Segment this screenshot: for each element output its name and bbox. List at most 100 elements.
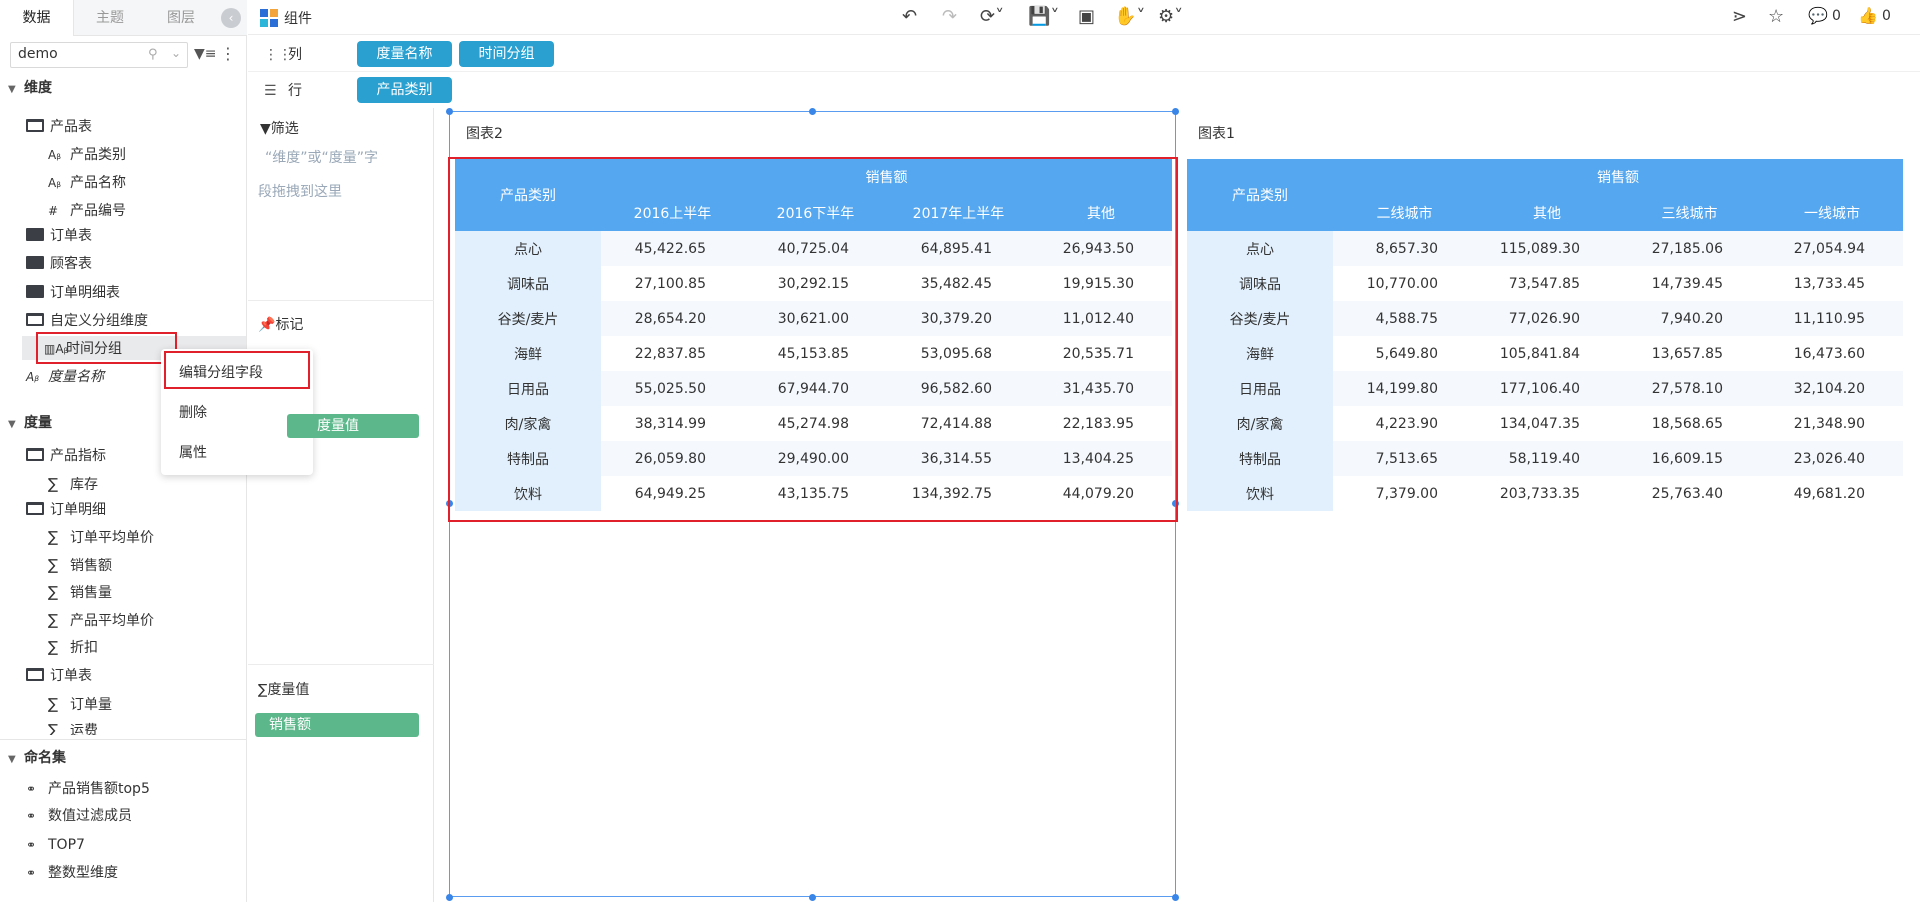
value-cell: 32,104.20 (1761, 371, 1903, 406)
marks-label: 📌标记 (258, 317, 304, 333)
value-cell: 5,649.80 (1375, 345, 1438, 362)
highlight-box (448, 157, 1178, 522)
divider (248, 664, 434, 665)
table-row: 点心 8,657.30 115,089.30 27,185.06 27,054.94 (1187, 231, 1903, 266)
value-cell: 27,578.10 (1618, 371, 1761, 406)
value-cell: 115,089.30 (1476, 231, 1618, 266)
value-cell: 16,473.60 (1793, 345, 1865, 362)
redo-icon[interactable]: ↷ (942, 6, 957, 27)
table-row: 肉/家禽 4,223.90 134,047.35 18,568.65 21,348.90 (1187, 406, 1903, 441)
category-cell: 海鲜 (1187, 336, 1333, 371)
measure-header-cell: 销售额 (1333, 159, 1903, 195)
value-cell: 177,106.40 (1476, 371, 1618, 406)
value-cell: 13,657.85 (1651, 345, 1723, 362)
value-cell: 73,547.85 (1508, 275, 1580, 292)
star-icon[interactable]: ☆ (1768, 6, 1784, 27)
comment-icon[interactable]: 💬 (1808, 6, 1828, 25)
hand-icon[interactable]: ✋˅ (1114, 6, 1145, 27)
table-row: 谷类/麦片 4,588.75 77,026.90 7,940.20 11,110.95 (1187, 301, 1903, 336)
value-cell: 21,348.90 (1793, 415, 1865, 432)
named-set-icon: ⚭ (26, 782, 37, 796)
value-cell: 7,940.20 (1618, 301, 1761, 336)
comment-count: 0 (1832, 8, 1841, 24)
value-cell: 105,841.84 (1499, 345, 1580, 362)
preview-icon[interactable]: ▣ (1078, 6, 1095, 27)
pill-measure-value[interactable]: 度量值 (287, 414, 419, 438)
value-cell: 25,763.40 (1651, 485, 1723, 502)
named-set-item[interactable]: ⚭ 产品销售额top5 (26, 777, 150, 801)
resize-handle[interactable] (809, 894, 816, 901)
named-set-label: 整数型维度 (48, 865, 118, 878)
named-set-icon: ⚭ (26, 809, 37, 823)
pill-sales[interactable]: 销售额 (255, 713, 419, 737)
table-row: 特制品 7,513.65 58,119.40 16,609.15 23,026.40 (1187, 441, 1903, 476)
named-set-item[interactable]: ⚭ TOP7 (26, 833, 85, 857)
named-set-item[interactable]: ⚭ 整数型维度 (26, 861, 118, 878)
value-cell: 4,588.75 (1333, 301, 1476, 336)
category-cell: 饮料 (1187, 476, 1333, 511)
category-cell: 调味品 (1187, 266, 1333, 301)
category-cell: 肉/家禽 (1187, 406, 1333, 441)
filter-hint-line1: “维度”或“度量”字 (265, 150, 379, 166)
pill-time-group[interactable]: 时间分组 (459, 41, 554, 67)
resize-handle[interactable] (446, 108, 453, 115)
table-row: 海鲜 5,649.80 105,841.84 13,657.85 16,473.60 (1187, 336, 1903, 371)
value-cell: 27,185.06 (1618, 231, 1761, 266)
chart1-title: 图表1 (1198, 126, 1235, 142)
value-cell: 23,026.40 (1761, 441, 1903, 476)
value-cell: 4,223.90 (1375, 415, 1438, 432)
top-toolbar: 组件 ↶ ↷ ⟳˅ 💾˅ ▣ ✋˅ ⚙˅ ⋗ ☆ 💬 0 👍 0 (248, 0, 1920, 35)
column-header-cell: 三线城市 (1618, 195, 1761, 231)
category-cell: 点心 (1187, 231, 1333, 266)
column-header-cell: 二线城市 (1333, 195, 1476, 231)
menu-item-delete[interactable]: 删除 (179, 402, 207, 422)
measure-values-label: ∑度量值 (258, 682, 310, 698)
table-row: 日用品 14,199.80 177,106.40 27,578.10 32,104.20 (1187, 371, 1903, 406)
value-cell: 14,739.45 (1651, 275, 1723, 292)
menu-item-properties[interactable]: 属性 (179, 442, 207, 462)
resize-handle[interactable] (1172, 108, 1179, 115)
resize-handle[interactable] (1172, 894, 1179, 901)
filter-label: ▼筛选 (260, 121, 299, 137)
column-header-cell: 一线城市 (1761, 195, 1903, 231)
table-row: 调味品 10,770.00 73,547.85 14,739.45 13,733.45 (1187, 266, 1903, 301)
value-cell: 58,119.40 (1476, 441, 1618, 476)
columns-shelf-label: ⋮⋮列 (264, 44, 302, 64)
pill-measure-names[interactable]: 度量名称 (357, 41, 452, 67)
columns-icon: ⋮⋮ (264, 47, 292, 63)
filter-icon: ▼ (260, 121, 271, 137)
named-set-label: TOP7 (48, 837, 85, 853)
save-icon[interactable]: 💾˅ (1028, 6, 1059, 27)
category-cell: 谷类/麦片 (1187, 301, 1333, 336)
refresh-icon[interactable]: ⟳˅ (980, 6, 1004, 27)
like-icon[interactable]: 👍 (1858, 6, 1878, 25)
pill-product-category[interactable]: 产品类别 (357, 77, 452, 103)
settings-icon[interactable]: ⚙˅ (1158, 6, 1183, 27)
mark-panel: ▼筛选 “维度”或“度量”字 段拖拽到这里 📌标记 度量值 ∑度量值 销售额 (248, 108, 434, 902)
value-cell: 10,770.00 (1366, 275, 1438, 292)
named-set-label: 产品销售额top5 (48, 781, 150, 797)
chart2-title: 图表2 (466, 126, 503, 142)
columns-shelf[interactable]: ⋮⋮列 度量名称 时间分组 (248, 36, 1920, 72)
value-cell: 27,054.94 (1761, 231, 1903, 266)
value-cell: 8,657.30 (1333, 231, 1476, 266)
undo-icon[interactable]: ↶ (902, 6, 917, 27)
shelf-title: 行 (288, 83, 302, 99)
component-icon[interactable] (260, 9, 278, 27)
resize-handle[interactable] (809, 108, 816, 115)
share-icon[interactable]: ⋗ (1732, 6, 1747, 27)
value-cell: 7,513.65 (1333, 441, 1476, 476)
table-row: 饮料 7,379.00 203,733.35 25,763.40 49,681.20 (1187, 476, 1903, 511)
category-cell: 日用品 (1187, 371, 1333, 406)
component-label[interactable]: 组件 (284, 8, 312, 28)
resize-handle[interactable] (446, 894, 453, 901)
value-cell: 134,047.35 (1499, 415, 1580, 432)
dashboard-canvas: 图表2 图表1 产品类别 销售额 2016上半年 2016下半年 2017年上半年 其他点… (434, 108, 1920, 902)
rows-shelf[interactable]: ☰ 行 产品类别 (248, 72, 1920, 108)
value-cell: 77,026.90 (1476, 301, 1618, 336)
pin-icon: 📌 (258, 317, 276, 333)
named-set-item[interactable]: ⚭ 数值过滤成员 (26, 804, 132, 828)
value-cell: 49,681.20 (1793, 485, 1865, 502)
highlight-box (36, 332, 177, 364)
rows-icon: ☰ (264, 83, 277, 99)
